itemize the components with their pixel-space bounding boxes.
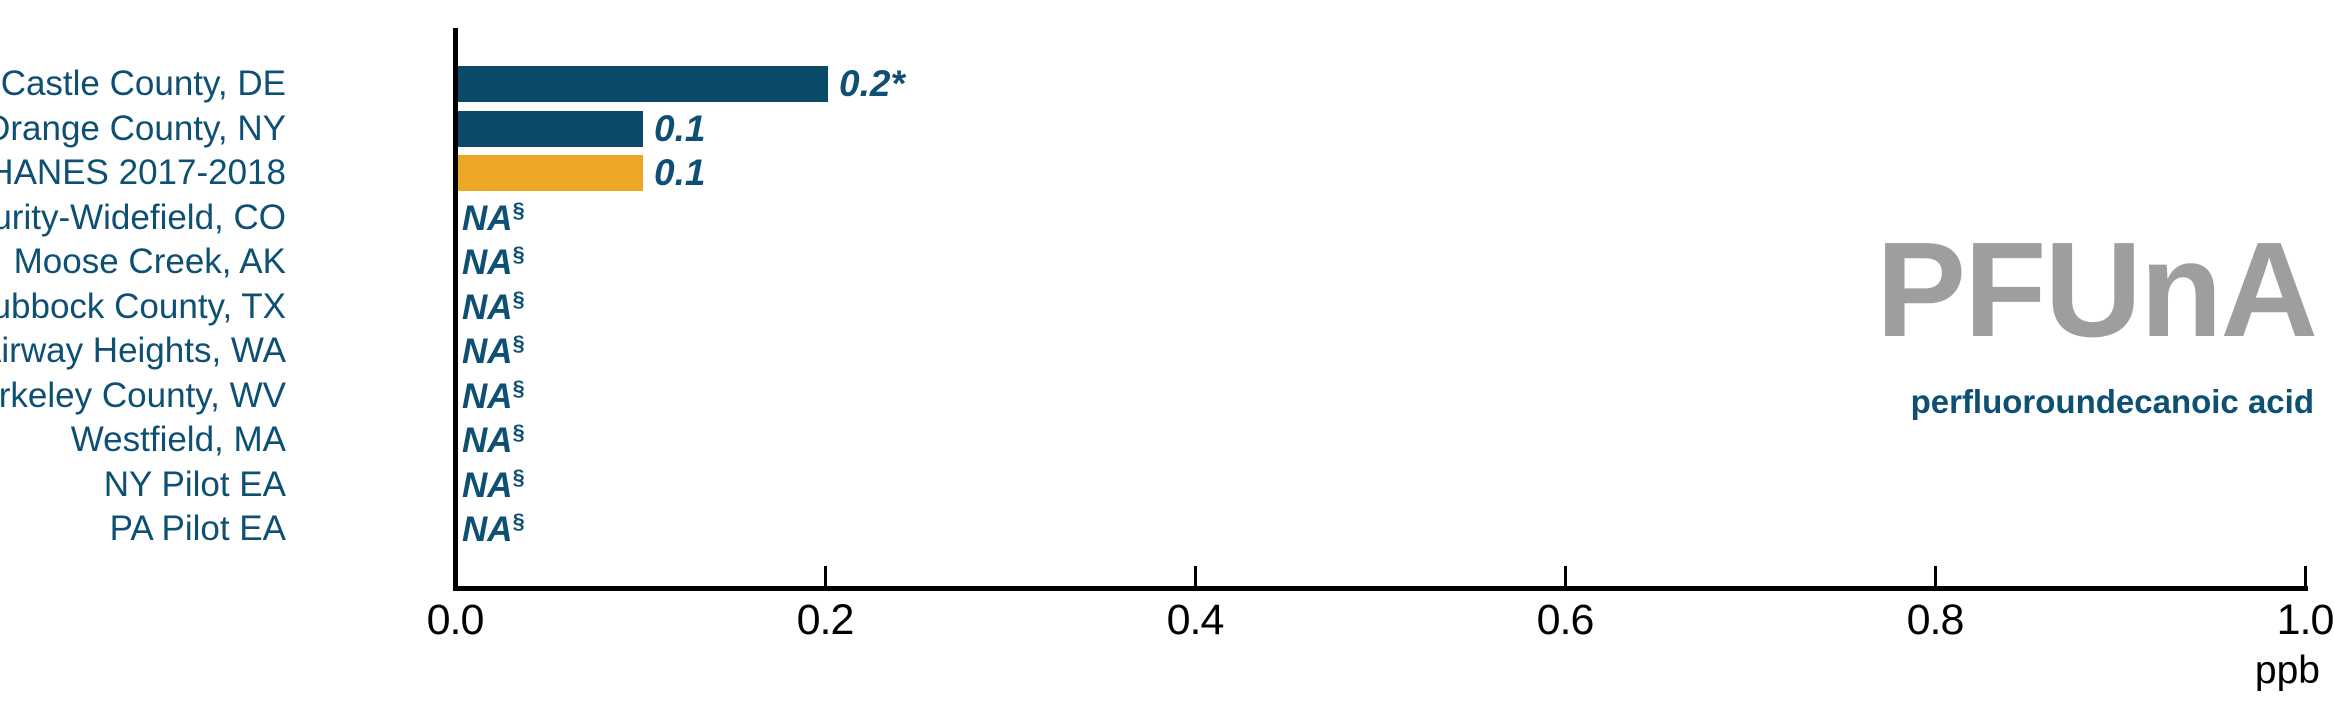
category-label: NY Pilot EA	[103, 464, 286, 504]
bar-row: New Castle County, DE 0.2*	[0, 63, 2334, 105]
x-axis-tick-label: 1.0	[2276, 596, 2334, 644]
plot-area: PFUnA perfluoroundecanoic acid 0.0 0.2 0.4…	[0, 0, 2334, 710]
bar-row: Westfield, MA NA§	[0, 419, 2334, 461]
x-axis-tick	[824, 566, 827, 588]
na-footnote-marker: §	[512, 330, 525, 356]
na-value-label: NA§	[462, 374, 525, 416]
x-axis-tick-label: 0.2	[796, 596, 855, 644]
x-axis-tick	[1934, 566, 1937, 588]
category-label: NHANES 2017-2018	[0, 153, 286, 192]
na-footnote-marker: §	[512, 419, 525, 445]
bar-row: Orange County, NY 0.1	[0, 108, 2334, 150]
bar-row: Lubbock County, TX NA§	[0, 286, 2334, 328]
category-label: PA Pilot EA	[109, 509, 286, 548]
na-footnote-marker: §	[512, 196, 525, 222]
bar[interactable]	[458, 110, 643, 147]
category-label: Security-Widefield, CO	[0, 197, 286, 237]
x-axis-tick-label: 0.8	[1906, 596, 1965, 644]
x-axis-tick	[1564, 566, 1567, 588]
bar-row: Airway Heights, WA NA§	[0, 330, 2334, 372]
bar-row: NY Pilot EA NA§	[0, 464, 2334, 506]
x-axis-tick-label: 0.4	[1166, 596, 1225, 644]
na-footnote-marker: §	[512, 374, 525, 400]
category-label: Airway Heights, WA	[0, 331, 286, 370]
bar-row: Security-Widefield, CO NA§	[0, 197, 2334, 239]
x-axis-tick-label: 0.0	[426, 596, 485, 644]
bar-row: NHANES 2017-2018 0.1	[0, 152, 2334, 194]
na-value-label: NA§	[462, 419, 525, 460]
na-footnote-marker: §	[512, 508, 525, 534]
na-value-label: NA§	[462, 330, 525, 371]
na-value-label: NA§	[462, 196, 525, 238]
category-label: Moose Creek, AK	[13, 242, 286, 281]
category-label: Westfield, MA	[70, 420, 286, 459]
x-axis-line	[453, 586, 2308, 591]
na-value-label: NA§	[462, 463, 525, 505]
na-value-label: NA§	[462, 508, 525, 549]
bar-value-label: 0.2*	[839, 63, 905, 104]
x-axis-tick	[1194, 566, 1197, 588]
x-axis-tick-label: 0.6	[1536, 596, 1595, 644]
x-axis-tick	[454, 566, 457, 588]
na-footnote-marker: §	[512, 285, 525, 311]
category-label: New Castle County, DE	[0, 64, 286, 103]
bar-row: Berkeley County, WV NA§	[0, 375, 2334, 417]
bar[interactable]	[458, 155, 643, 191]
bar-value-label: 0.1	[654, 152, 706, 193]
category-label: Orange County, NY	[0, 108, 286, 148]
bar[interactable]	[458, 66, 828, 102]
x-axis-unit-label: ppb	[2254, 649, 2320, 692]
category-label: Berkeley County, WV	[0, 375, 286, 415]
bar-row: Moose Creek, AK NA§	[0, 241, 2334, 283]
bar-value-label: 0.1	[654, 107, 706, 149]
na-footnote-marker: §	[512, 241, 525, 267]
category-label: Lubbock County, TX	[0, 286, 286, 326]
x-axis-tick	[2304, 566, 2307, 588]
chart-figure: PFUnA perfluoroundecanoic acid 0.0 0.2 0.4…	[0, 0, 2334, 710]
na-footnote-marker: §	[512, 463, 525, 489]
na-value-label: NA§	[462, 285, 525, 327]
na-value-label: NA§	[462, 241, 525, 282]
bar-row: PA Pilot EA NA§	[0, 508, 2334, 550]
